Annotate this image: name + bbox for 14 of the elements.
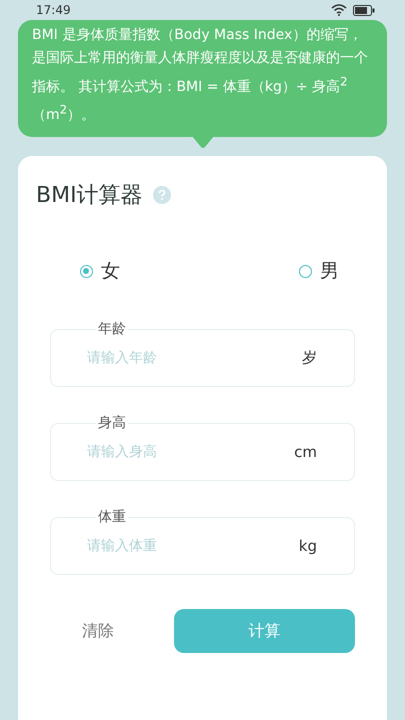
unit-label: 岁: [302, 348, 317, 368]
unit-label: kg: [298, 537, 317, 556]
tooltip-text: BMI 是身体质量指数（Body Mass Index）的缩写，是国际上常用的衡量人体胖瘦程度以及是否健康的一个指标。 其计算公式为：BMI = 体重（kg）÷ 身高$^{2}$（m$^{2}$）。: [32, 27, 368, 124]
battery-icon: [353, 4, 375, 16]
card-title: BMI计算器: [36, 182, 143, 210]
gender-radio[interactable]: 女: [80, 258, 120, 284]
radio-icon[interactable]: [80, 264, 93, 278]
clear-button[interactable]: 清除: [50, 612, 146, 650]
unit-label: cm: [294, 443, 317, 462]
radio-icon[interactable]: [299, 264, 312, 278]
status-time: 17:49: [36, 3, 71, 17]
gender-radio[interactable]: 男: [299, 258, 339, 284]
wifi-icon: [331, 4, 347, 16]
help-icon[interactable]: [152, 186, 171, 204]
